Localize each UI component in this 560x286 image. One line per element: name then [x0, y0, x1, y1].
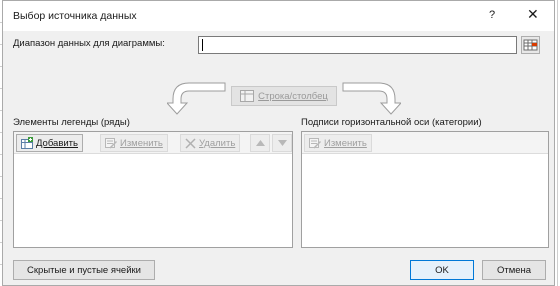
axis-labels-panel: Изменить	[301, 131, 549, 248]
down-arrow-icon	[277, 140, 287, 146]
edit-axis-labels-icon	[309, 138, 321, 149]
hidden-empty-cells-label: Скрытые и пустые ячейки	[27, 264, 141, 276]
edit-series-button[interactable]: Изменить	[100, 134, 168, 152]
legend-entries-panel: Добавить Изменить Удалить	[13, 131, 293, 248]
switch-row-column-button[interactable]: Строка/столбец	[231, 86, 337, 106]
axis-section-label: Подписи горизонтальной оси (категории)	[301, 117, 482, 128]
range-input[interactable]	[198, 36, 517, 54]
select-data-source-dialog: Выбор источника данных ? ✕ Диапазон данн…	[2, 0, 555, 286]
switch-row-column-label: Строка/столбец	[258, 90, 328, 102]
legend-toolbar: Добавить Изменить Удалить	[14, 132, 292, 154]
move-down-button[interactable]	[272, 134, 292, 152]
axis-toolbar: Изменить	[302, 132, 548, 154]
range-label: Диапазон данных для диаграммы:	[13, 38, 165, 49]
edit-series-icon	[105, 138, 117, 149]
close-button[interactable]: ✕	[527, 7, 539, 21]
delete-icon	[185, 137, 196, 149]
ok-label: OK	[435, 264, 449, 276]
hidden-empty-cells-button[interactable]: Скрытые и пустые ячейки	[13, 260, 155, 280]
delete-series-label: Удалить	[199, 137, 236, 149]
title-bar: Выбор источника данных ? ✕	[3, 1, 554, 31]
add-series-icon	[21, 137, 33, 149]
curved-arrow-right-icon	[342, 82, 401, 115]
up-arrow-icon	[255, 140, 265, 146]
collapse-dialog-icon	[523, 39, 538, 51]
cancel-button[interactable]: Отмена	[482, 260, 546, 280]
edit-axis-labels-label: Изменить	[324, 137, 367, 149]
range-label-text: Диапазон данных для диаграммы:	[13, 38, 165, 49]
delete-series-button[interactable]: Удалить	[180, 134, 241, 152]
add-series-label: Добавить	[36, 137, 78, 149]
edit-axis-labels-button[interactable]: Изменить	[304, 134, 372, 152]
add-series-button[interactable]: Добавить	[16, 134, 83, 152]
dialog-title: Выбор источника данных	[13, 10, 137, 22]
legend-section-label: Элементы легенды (ряды)	[13, 117, 130, 128]
ok-button[interactable]: OK	[410, 260, 474, 280]
range-select-button[interactable]	[521, 36, 540, 54]
move-up-button[interactable]	[250, 134, 270, 152]
help-button[interactable]: ?	[489, 9, 495, 21]
switch-row-column-icon	[240, 90, 255, 102]
curved-arrow-left-icon	[167, 82, 226, 115]
cancel-label: Отмена	[496, 264, 532, 276]
edit-series-label: Изменить	[120, 137, 163, 149]
text-caret	[202, 39, 203, 51]
grid-line	[557, 0, 558, 286]
